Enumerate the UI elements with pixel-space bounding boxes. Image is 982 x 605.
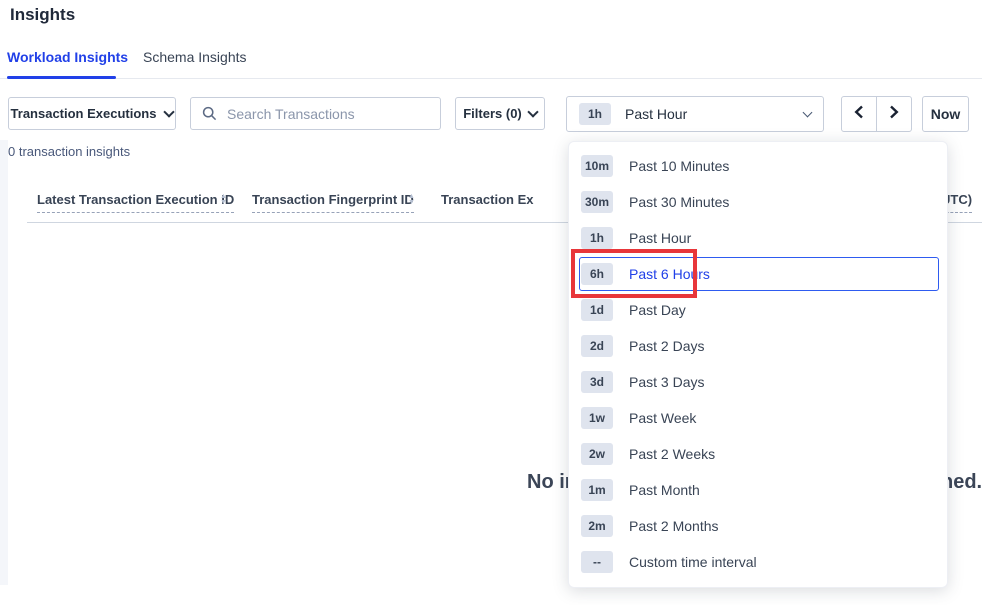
time-option-badge: 3d <box>581 371 613 393</box>
time-interval-select[interactable]: 1h Past Hour <box>566 96 824 132</box>
time-option-badge: 1m <box>581 479 613 501</box>
time-option-label: Past 30 Minutes <box>629 194 729 210</box>
page-title: Insights <box>10 5 75 25</box>
chevron-down-icon <box>527 106 538 117</box>
column-header-label: Transaction Fingerprint ID <box>252 192 414 213</box>
now-button[interactable]: Now <box>922 96 969 132</box>
now-button-label: Now <box>931 106 961 122</box>
time-option-label: Past 2 Days <box>629 338 704 354</box>
time-option-label: Past 2 Months <box>629 518 719 534</box>
time-option-label: Past 10 Minutes <box>629 158 729 174</box>
search-input[interactable] <box>190 97 441 130</box>
time-option-badge: 1d <box>581 299 613 321</box>
time-option-past-10-minutes[interactable]: 10m Past 10 Minutes <box>569 148 947 184</box>
sort-toggle-icon[interactable]: ▲▼ <box>408 194 415 206</box>
chevron-right-icon <box>888 104 900 125</box>
previous-range-button[interactable] <box>842 97 876 131</box>
tabbar-divider <box>0 78 982 79</box>
time-interval-badge: 1h <box>579 103 611 125</box>
sort-toggle-icon[interactable]: ▲▼ <box>220 194 227 206</box>
time-option-badge: 30m <box>581 191 613 213</box>
time-interval-dropdown-menu: 10m Past 10 Minutes 30m Past 30 Minutes … <box>568 141 948 588</box>
column-header-label: Transaction Ex <box>441 192 533 212</box>
next-range-button[interactable] <box>876 97 911 131</box>
time-option-label: Past Week <box>629 410 696 426</box>
time-option-past-2-months[interactable]: 2m Past 2 Months <box>569 508 947 544</box>
time-option-badge: 2w <box>581 443 613 465</box>
annotation-highlight-box <box>571 249 697 298</box>
results-summary: 0 transaction insights <box>8 144 130 159</box>
tab-schema-insights[interactable]: Schema Insights <box>143 49 247 65</box>
time-option-label: Past Hour <box>629 230 691 246</box>
time-option-badge: 2d <box>581 335 613 357</box>
page-gutter <box>0 140 8 585</box>
column-header-transaction-execution-truncated[interactable]: Transaction Ex <box>441 192 533 212</box>
active-tab-underline <box>7 76 116 79</box>
search-container <box>190 97 441 130</box>
chevron-left-icon <box>853 104 865 125</box>
time-option-past-2-weeks[interactable]: 2w Past 2 Weeks <box>569 436 947 472</box>
time-option-label: Past 3 Days <box>629 374 704 390</box>
time-option-past-month[interactable]: 1m Past Month <box>569 472 947 508</box>
workload-type-select-label: Transaction Executions <box>11 106 157 121</box>
search-icon <box>202 106 217 126</box>
time-option-custom-time-interval[interactable]: -- Custom time interval <box>569 544 947 580</box>
time-option-badge: 2m <box>581 515 613 537</box>
time-option-past-week[interactable]: 1w Past Week <box>569 400 947 436</box>
time-option-label: Past 2 Weeks <box>629 446 715 462</box>
time-option-badge: 1h <box>581 227 613 249</box>
time-option-label: Custom time interval <box>629 554 757 570</box>
time-option-badge: -- <box>581 551 613 573</box>
filters-button-label: Filters (0) <box>463 106 522 121</box>
column-header-label: Latest Transaction Execution ID <box>37 192 234 213</box>
chevron-down-icon <box>164 106 175 117</box>
chevron-down-icon <box>803 107 813 117</box>
time-option-badge: 10m <box>581 155 613 177</box>
time-option-past-3-days[interactable]: 3d Past 3 Days <box>569 364 947 400</box>
column-header-transaction-fingerprint-id[interactable]: Transaction Fingerprint ID <box>252 192 414 213</box>
time-option-label: Past Day <box>629 302 686 318</box>
workload-type-select[interactable]: Transaction Executions <box>8 97 176 130</box>
filters-button[interactable]: Filters (0) <box>455 97 545 130</box>
time-interval-label: Past Hour <box>625 106 687 122</box>
column-header-latest-transaction-execution-id[interactable]: Latest Transaction Execution ID <box>37 192 234 213</box>
time-option-past-30-minutes[interactable]: 30m Past 30 Minutes <box>569 184 947 220</box>
time-range-pager <box>841 96 912 132</box>
time-option-label: Past Month <box>629 482 700 498</box>
tab-workload-insights[interactable]: Workload Insights <box>7 49 128 65</box>
time-option-past-2-days[interactable]: 2d Past 2 Days <box>569 328 947 364</box>
time-option-badge: 1w <box>581 407 613 429</box>
